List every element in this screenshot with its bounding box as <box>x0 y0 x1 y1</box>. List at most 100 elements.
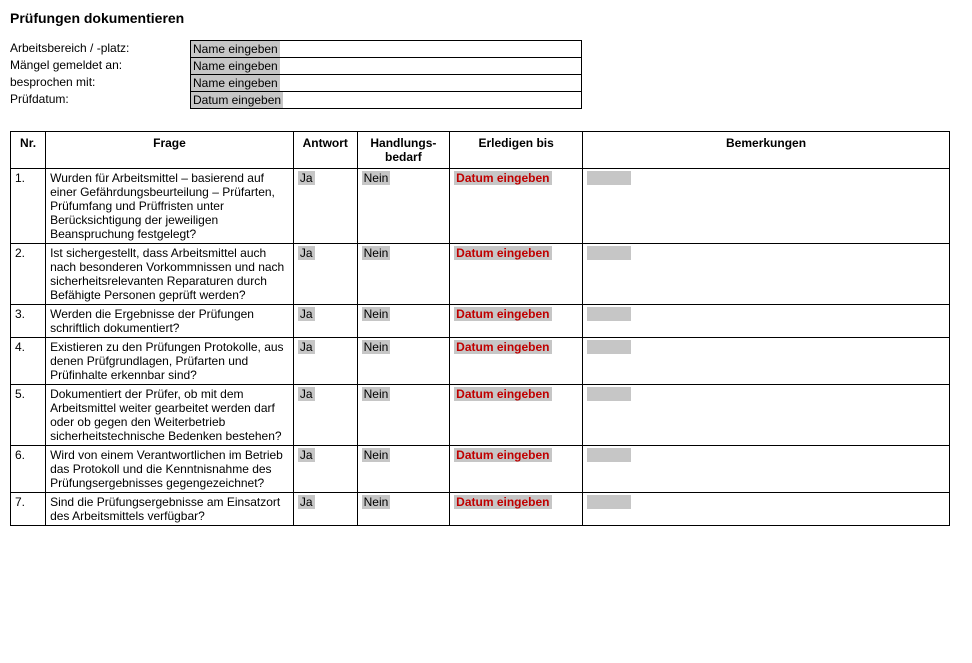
antwort-placeholder: Ja <box>298 448 315 462</box>
handlung-placeholder: Nein <box>362 246 391 260</box>
table-row: 1.Wurden für Arbeitsmittel – basierend a… <box>11 169 950 244</box>
cell-nr: 5. <box>11 385 46 446</box>
meta-input[interactable]: Name eingeben <box>191 41 582 58</box>
cell-handlung[interactable]: Nein <box>357 385 450 446</box>
meta-label: besprochen mit: <box>10 75 191 92</box>
cell-frage: Wird von einem Verantwortlichen im Betri… <box>46 446 294 493</box>
handlung-placeholder: Nein <box>362 448 391 462</box>
table-row: 7.Sind die Prüfungsergebnisse am Einsatz… <box>11 493 950 526</box>
cell-handlung[interactable]: Nein <box>357 305 450 338</box>
handlung-placeholder: Nein <box>362 387 391 401</box>
cell-handlung[interactable]: Nein <box>357 244 450 305</box>
cell-bemerkungen[interactable] <box>583 493 950 526</box>
cell-frage: Ist sichergestellt, dass Arbeitsmittel a… <box>46 244 294 305</box>
cell-bemerkungen[interactable] <box>583 169 950 244</box>
cell-frage: Existieren zu den Prüfungen Protokolle, … <box>46 338 294 385</box>
antwort-placeholder: Ja <box>298 171 315 185</box>
cell-frage: Sind die Prüfungsergebnisse am Einsatzor… <box>46 493 294 526</box>
cell-bemerkungen[interactable] <box>583 338 950 385</box>
cell-erledigen[interactable]: Datum eingeben <box>450 385 583 446</box>
th-bemerk: Bemerkungen <box>583 132 950 169</box>
cell-erledigen[interactable]: Datum eingeben <box>450 493 583 526</box>
cell-nr: 7. <box>11 493 46 526</box>
cell-nr: 4. <box>11 338 46 385</box>
cell-frage: Werden die Ergebnisse der Prüfungen schr… <box>46 305 294 338</box>
handlung-placeholder: Nein <box>362 307 391 321</box>
cell-bemerkungen[interactable] <box>583 305 950 338</box>
meta-placeholder: Datum eingeben <box>191 92 283 108</box>
cell-antwort[interactable]: Ja <box>293 169 357 244</box>
erledigen-placeholder: Datum eingeben <box>454 448 551 462</box>
cell-erledigen[interactable]: Datum eingeben <box>450 305 583 338</box>
meta-placeholder: Name eingeben <box>191 41 280 57</box>
cell-antwort[interactable]: Ja <box>293 305 357 338</box>
meta-input[interactable]: Name eingeben <box>191 75 582 92</box>
bemerkungen-placeholder <box>587 448 631 462</box>
meta-label: Mängel gemeldet an: <box>10 58 191 75</box>
cell-antwort[interactable]: Ja <box>293 493 357 526</box>
cell-erledigen[interactable]: Datum eingeben <box>450 169 583 244</box>
cell-erledigen[interactable]: Datum eingeben <box>450 338 583 385</box>
cell-handlung[interactable]: Nein <box>357 493 450 526</box>
table-row: 3.Werden die Ergebnisse der Prüfungen sc… <box>11 305 950 338</box>
meta-placeholder: Name eingeben <box>191 58 280 74</box>
erledigen-placeholder: Datum eingeben <box>454 246 551 260</box>
bemerkungen-placeholder <box>587 307 631 321</box>
checklist-table: Nr. Frage Antwort Handlungs- bedarf Erle… <box>10 131 950 526</box>
bemerkungen-placeholder <box>587 340 631 354</box>
cell-antwort[interactable]: Ja <box>293 338 357 385</box>
table-row: 6.Wird von einem Verantwortlichen im Bet… <box>11 446 950 493</box>
th-handlung-l1: Handlungs- <box>370 136 436 150</box>
cell-nr: 2. <box>11 244 46 305</box>
erledigen-placeholder: Datum eingeben <box>454 387 551 401</box>
erledigen-placeholder: Datum eingeben <box>454 171 551 185</box>
meta-input[interactable]: Datum eingeben <box>191 92 582 109</box>
cell-antwort[interactable]: Ja <box>293 446 357 493</box>
cell-nr: 3. <box>11 305 46 338</box>
cell-bemerkungen[interactable] <box>583 244 950 305</box>
erledigen-placeholder: Datum eingeben <box>454 307 551 321</box>
cell-frage: Wurden für Arbeitsmittel – basierend auf… <box>46 169 294 244</box>
meta-fields: Arbeitsbereich / -platz:Name eingebenMän… <box>10 40 582 109</box>
handlung-placeholder: Nein <box>362 495 391 509</box>
bemerkungen-placeholder <box>587 246 631 260</box>
cell-antwort[interactable]: Ja <box>293 244 357 305</box>
th-frage: Frage <box>46 132 294 169</box>
table-row: 2.Ist sichergestellt, dass Arbeitsmittel… <box>11 244 950 305</box>
cell-nr: 1. <box>11 169 46 244</box>
th-handlung: Handlungs- bedarf <box>357 132 450 169</box>
cell-antwort[interactable]: Ja <box>293 385 357 446</box>
cell-frage: Dokumentiert der Prüfer, ob mit dem Arbe… <box>46 385 294 446</box>
th-erledigen: Erledigen bis <box>450 132 583 169</box>
meta-placeholder: Name eingeben <box>191 75 280 91</box>
handlung-placeholder: Nein <box>362 340 391 354</box>
th-nr: Nr. <box>11 132 46 169</box>
handlung-placeholder: Nein <box>362 171 391 185</box>
antwort-placeholder: Ja <box>298 246 315 260</box>
antwort-placeholder: Ja <box>298 307 315 321</box>
meta-label: Prüfdatum: <box>10 92 191 109</box>
th-handlung-l2: bedarf <box>385 150 422 164</box>
cell-nr: 6. <box>11 446 46 493</box>
cell-handlung[interactable]: Nein <box>357 446 450 493</box>
erledigen-placeholder: Datum eingeben <box>454 495 551 509</box>
erledigen-placeholder: Datum eingeben <box>454 340 551 354</box>
page-title: Prüfungen dokumentieren <box>10 10 962 26</box>
cell-handlung[interactable]: Nein <box>357 169 450 244</box>
bemerkungen-placeholder <box>587 171 631 185</box>
bemerkungen-placeholder <box>587 387 631 401</box>
table-row: 4.Existieren zu den Prüfungen Protokolle… <box>11 338 950 385</box>
antwort-placeholder: Ja <box>298 387 315 401</box>
cell-bemerkungen[interactable] <box>583 385 950 446</box>
cell-bemerkungen[interactable] <box>583 446 950 493</box>
antwort-placeholder: Ja <box>298 340 315 354</box>
th-antwort: Antwort <box>293 132 357 169</box>
meta-input[interactable]: Name eingeben <box>191 58 582 75</box>
cell-handlung[interactable]: Nein <box>357 338 450 385</box>
antwort-placeholder: Ja <box>298 495 315 509</box>
meta-label: Arbeitsbereich / -platz: <box>10 41 191 58</box>
table-row: 5.Dokumentiert der Prüfer, ob mit dem Ar… <box>11 385 950 446</box>
cell-erledigen[interactable]: Datum eingeben <box>450 446 583 493</box>
bemerkungen-placeholder <box>587 495 631 509</box>
cell-erledigen[interactable]: Datum eingeben <box>450 244 583 305</box>
